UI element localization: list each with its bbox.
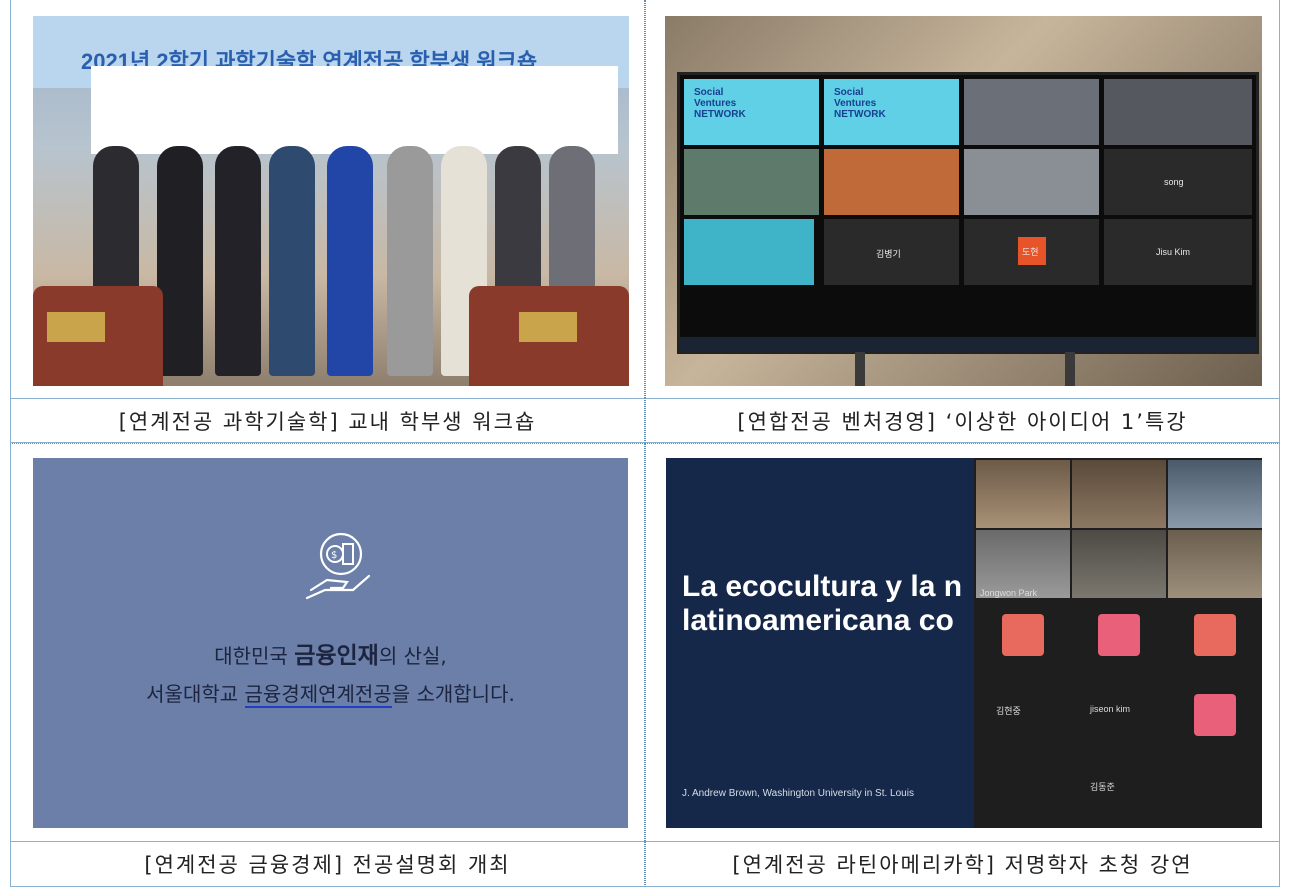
participants-panel: Jongwon Park 김현중 jiseon kim 김동준 xyxy=(974,458,1262,828)
redaction-box xyxy=(91,66,618,154)
video-tile xyxy=(684,219,814,285)
svg-text:$: $ xyxy=(331,550,337,561)
caption-cell: [연계전공 과학기술학] 교내 학부생 워크숍 xyxy=(10,398,645,443)
video-tile xyxy=(964,149,1099,215)
seat-left xyxy=(33,286,163,386)
person xyxy=(215,146,261,376)
workshop-photo: 2021년 2학기 과학기술학 연계전공 학부생 워크숍 xyxy=(33,16,629,386)
caption-cell: [연계전공 금융경제] 전공설명회 개최 xyxy=(10,841,645,887)
tv-stand xyxy=(855,352,865,386)
video-tile xyxy=(1104,79,1252,145)
person xyxy=(269,146,315,376)
participant-name: song xyxy=(1164,177,1184,187)
video-tile: Jongwon Park xyxy=(976,530,1070,598)
seat-plaque xyxy=(47,312,105,342)
person xyxy=(387,146,433,376)
photo-cell-zoom-lecture: Social Ventures NETWORK Social Ventures … xyxy=(645,0,1280,398)
video-tile xyxy=(824,149,959,215)
money-hand-icon: $ xyxy=(305,532,371,600)
caption-workshop: [연계전공 과학기술학] 교내 학부생 워크숍 xyxy=(118,409,537,434)
participant-name: 김병기 xyxy=(876,249,901,259)
avatar xyxy=(1098,614,1140,656)
person xyxy=(327,146,373,376)
video-tile: Jisu Kim xyxy=(1104,219,1252,285)
video-tile: Social Ventures NETWORK xyxy=(824,79,959,145)
video-tile xyxy=(1072,460,1166,528)
video-tile xyxy=(964,79,1099,145)
finance-text-line2: 서울대학교 금융경제연계전공을 소개합니다. xyxy=(146,682,515,708)
video-tile: song xyxy=(1104,149,1252,215)
caption-venture: [연합전공 벤처경영] ‘이상한 아이디어 1’특강 xyxy=(737,409,1188,434)
lecture-title: La ecocultura y la n latinoamericana co xyxy=(682,570,963,637)
video-tile xyxy=(684,149,819,215)
avatar xyxy=(1194,614,1236,656)
video-tile xyxy=(1168,530,1262,598)
avatar xyxy=(1002,614,1044,656)
avatar-tile: 도현 xyxy=(1018,237,1046,265)
video-tile: 김병기 xyxy=(824,219,959,285)
video-tile: 도현 xyxy=(964,219,1099,285)
person xyxy=(157,146,203,376)
avatar xyxy=(1194,694,1236,736)
finance-slide: $ 대한민국 금융인재의 산실, 서울대학교 금융경제연계전공을 소개합니다. xyxy=(33,458,628,828)
seat-plaque xyxy=(519,312,577,342)
svn-logo: Social Ventures NETWORK xyxy=(834,87,886,120)
caption-cell: [연계전공 라틴아메리카학] 저명학자 초청 강연 xyxy=(645,841,1280,887)
tv-screen: Social Ventures NETWORK Social Ventures … xyxy=(677,72,1259,354)
photo-cell-finance: $ 대한민국 금융인재의 산실, 서울대학교 금융경제연계전공을 소개합니다. xyxy=(10,443,645,841)
caption-cell: [연합전공 벤처경영] ‘이상한 아이디어 1’특강 xyxy=(645,398,1280,443)
caption-latin-america: [연계전공 라틴아메리카학] 저명학자 초청 강연 xyxy=(732,853,1193,877)
svn-logo: Social Ventures NETWORK xyxy=(694,87,746,120)
finance-text-line1: 대한민국 금융인재의 산실, xyxy=(214,643,447,669)
participant-name: jiseon kim xyxy=(1090,704,1131,714)
lecture-screenshot: La ecocultura y la n latinoamericana co … xyxy=(666,458,1262,828)
participant-name: Jisu Kim xyxy=(1156,247,1191,257)
tv-stand xyxy=(1065,352,1075,386)
photo-cell-latin-america: La ecocultura y la n latinoamericana co … xyxy=(645,443,1280,841)
participant-name: 김현중 xyxy=(996,706,1021,716)
video-tile xyxy=(1072,530,1166,598)
seat-right xyxy=(469,286,629,386)
participant-name: 김동준 xyxy=(1090,782,1115,792)
video-tile xyxy=(1168,460,1262,528)
photo-grid: 2021년 2학기 과학기술학 연계전공 학부생 워크숍 Social Vent… xyxy=(10,0,1280,887)
zoom-screen-photo: Social Ventures NETWORK Social Ventures … xyxy=(665,16,1262,386)
lecture-author: J. Andrew Brown, Washington University i… xyxy=(682,788,914,799)
video-tile xyxy=(976,460,1070,528)
photo-cell-workshop: 2021년 2학기 과학기술학 연계전공 학부생 워크숍 xyxy=(10,0,645,398)
caption-finance: [연계전공 금융경제] 전공설명회 개최 xyxy=(144,853,511,877)
video-tile: Social Ventures NETWORK xyxy=(684,79,819,145)
taskbar xyxy=(680,337,1256,351)
